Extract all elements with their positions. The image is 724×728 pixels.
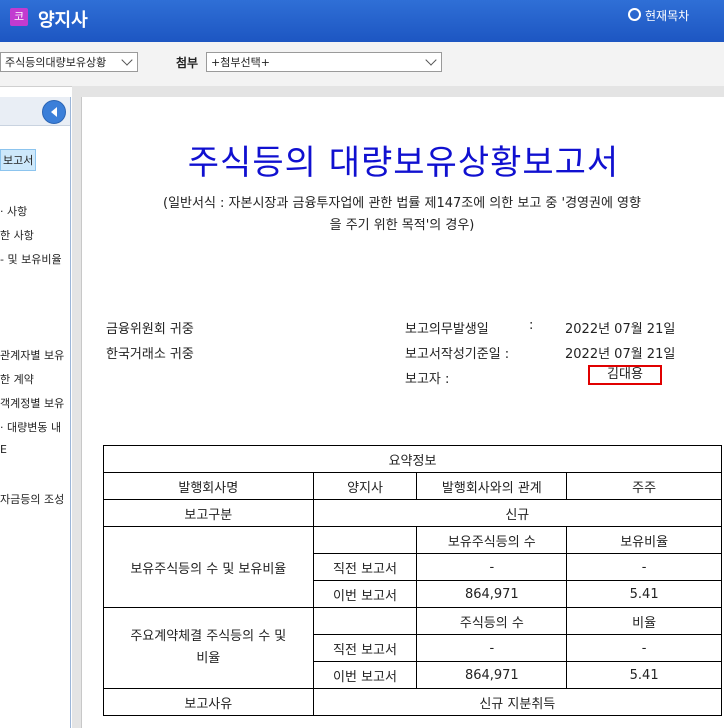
base-date-label: 보고서작성기준일 :	[405, 347, 510, 362]
header-contract-ratio: 비율	[566, 607, 722, 635]
toc-item[interactable]: 관계자별 보유	[0, 347, 64, 363]
document-subtitle: (일반서식 : 자본시장과 금융투자업에 관한 법률 제147조에 의한 보고 …	[102, 193, 702, 237]
contract-label-line: 주요계약체결 주식등의 수 및	[130, 629, 287, 644]
contract-prev-count: -	[416, 634, 568, 662]
obligation-date: 2022년 07월 21일	[565, 322, 676, 337]
subtitle-line: 을 주기 위한 목적'의 경우)	[329, 218, 475, 233]
header-relation: 발행회사와의 관계	[416, 472, 568, 500]
obligation-colon: :	[529, 318, 534, 333]
attachment-label: 첨부	[176, 56, 199, 70]
header-issuer: 발행회사명	[103, 472, 314, 500]
empty-cell	[312, 607, 418, 635]
toc-item-report[interactable]: 보고서	[0, 149, 37, 171]
subtitle-line: (일반서식 : 자본시장과 금융투자업에 관한 법률 제147조에 의한 보고 …	[163, 196, 641, 211]
contract-label: 주요계약체결 주식등의 수 및 비율	[103, 607, 314, 689]
toc-item[interactable]: · 사항	[0, 203, 27, 219]
curr-report-label: 이번 보고서	[312, 580, 418, 608]
document-select[interactable]: 주식등의대량보유상황	[0, 52, 138, 72]
toc-item[interactable]: 한 사항	[0, 227, 34, 243]
toc-item[interactable]: - 및 보유비율	[0, 251, 62, 267]
summary-table: 요약정보 발행회사명 양지사 발행회사와의 관계 주주 보고구분 신규 보유주식…	[103, 445, 723, 716]
document-select-value: 주식등의대량보유상황	[5, 56, 107, 69]
base-date: 2022년 07월 21일	[565, 347, 676, 362]
holding-label: 보유주식등의 수 및 보유비율	[103, 526, 314, 608]
toc-item[interactable]: · 대량변동 내	[0, 419, 61, 435]
document-title: 주식등의 대량보유상황보고서	[187, 143, 620, 183]
issuer-name: 양지사	[312, 472, 418, 500]
current-toc-toggle[interactable]: 현재목차	[628, 7, 689, 24]
reporter-label: 보고자 :	[405, 372, 450, 387]
collapse-sidebar-icon[interactable]	[42, 100, 66, 124]
attachment-select-value: +첨부선택+	[211, 56, 270, 69]
report-type-value: 신규	[312, 499, 723, 527]
summary-caption: 요약정보	[103, 445, 722, 473]
chevron-down-icon	[425, 54, 437, 66]
chevron-down-icon	[121, 54, 133, 66]
toc-sidebar: 보고서 · 사항 한 사항 - 및 보유비율 관계자별 보유 한 계약 객계정별…	[0, 97, 71, 728]
contract-curr-count: 864,971	[416, 661, 568, 689]
header-holding-count: 보유주식등의 수	[416, 526, 568, 554]
addressee-fsc: 금융위원회 귀중	[106, 322, 194, 337]
contract-label-line: 비율	[196, 651, 221, 666]
reporter-name: 김대용	[588, 365, 662, 385]
company-name: 양지사	[38, 10, 88, 31]
toc-item[interactable]: 객계정별 보유	[0, 395, 64, 411]
prev-holding-ratio: -	[566, 553, 722, 581]
curr-holding-count: 864,971	[416, 580, 568, 608]
curr-holding-ratio: 5.41	[566, 580, 722, 608]
header-contract-count: 주식등의 수	[416, 607, 568, 635]
contract-curr-report-label: 이번 보고서	[312, 661, 418, 689]
contract-curr-ratio: 5.41	[566, 661, 722, 689]
header-holding-ratio: 보유비율	[566, 526, 722, 554]
empty-cell	[312, 526, 418, 554]
company-logo-icon: 코	[10, 8, 28, 26]
header-report-type: 보고구분	[103, 499, 314, 527]
obligation-date-label: 보고의무발생일	[405, 322, 489, 337]
contract-prev-ratio: -	[566, 634, 722, 662]
toc-toggle-label: 현재목차	[645, 9, 690, 23]
reason-value: 신규 지분취득	[312, 688, 723, 716]
relation-value: 주주	[566, 472, 722, 500]
addressee-krx: 한국거래소 귀중	[106, 347, 194, 362]
toc-item[interactable]: E	[0, 443, 7, 456]
contract-prev-report-label: 직전 보고서	[312, 634, 418, 662]
toc-item[interactable]: 자금등의 조성	[0, 491, 64, 507]
app-header: 코 양지사 현재목차	[0, 0, 724, 42]
prev-holding-count: -	[416, 553, 568, 581]
document-viewer: 주식등의 대량보유상황보고서 (일반서식 : 자본시장과 금융투자업에 관한 법…	[81, 97, 724, 728]
prev-report-label: 직전 보고서	[312, 553, 418, 581]
attachment-select[interactable]: +첨부선택+	[206, 52, 442, 72]
radio-icon[interactable]	[628, 8, 641, 21]
toc-item[interactable]: 한 계약	[0, 371, 34, 387]
header-reason: 보고사유	[103, 688, 314, 716]
sidebar-header	[0, 97, 70, 126]
